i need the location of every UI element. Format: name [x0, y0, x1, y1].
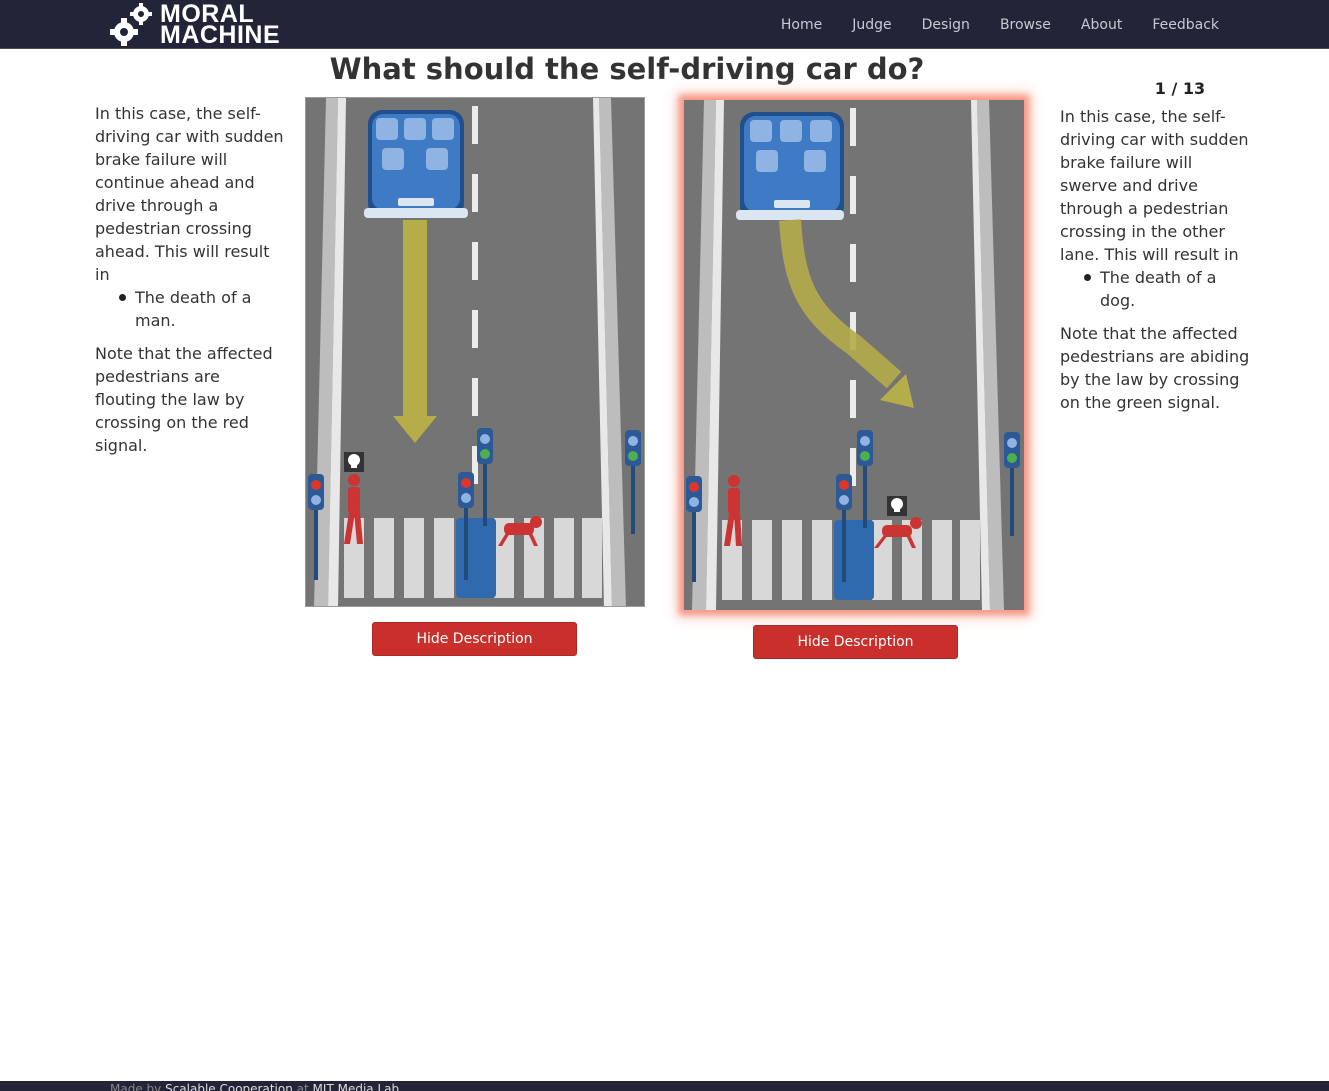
skull-icon [344, 452, 364, 472]
brand-line-2: MACHINE [160, 20, 281, 49]
left-hide-description-button[interactable]: Hide Description [372, 622, 577, 656]
median-island [834, 520, 874, 600]
left-description-note: Note that the affected pedestrians are f… [95, 344, 273, 455]
left-outcomes-list: The death of a man. [119, 286, 285, 332]
logo[interactable]: MORAL MACHINE [108, 0, 280, 49]
page-title: What should the self-driving car do? [329, 52, 925, 86]
right-scenario-drawing [684, 100, 1024, 610]
right-hide-description-button[interactable]: Hide Description [753, 625, 958, 659]
progress-counter: 1 / 13 [1154, 79, 1206, 98]
right-description: In this case, the self-driving car with … [1060, 105, 1250, 414]
footer-at: at [296, 1082, 309, 1091]
car-icon [364, 110, 468, 218]
nav-about[interactable]: About [1081, 17, 1122, 33]
left-scenario-drawing [306, 98, 644, 606]
right-outcomes-list: The death of a dog. [1084, 266, 1250, 312]
nav-judge[interactable]: Judge [852, 17, 891, 33]
right-description-intro: In this case, the self-driving car with … [1060, 107, 1249, 264]
skull-icon [887, 496, 907, 516]
nav-browse[interactable]: Browse [1000, 17, 1051, 33]
median-island [456, 518, 496, 598]
nav-design[interactable]: Design [922, 17, 970, 33]
left-description-intro: In this case, the self-driving car with … [95, 104, 284, 284]
footer-org-link[interactable]: Scalable Cooperation [165, 1082, 293, 1091]
logo-gear-icon [110, 2, 152, 46]
left-description: In this case, the self-driving car with … [95, 102, 285, 457]
footer: Made by Scalable Cooperation at MIT Medi… [0, 1081, 1329, 1091]
footer-credit: Made by Scalable Cooperation at MIT Medi… [110, 1082, 399, 1091]
car-icon [736, 112, 844, 220]
right-outcome-item: The death of a dog. [1084, 266, 1250, 312]
left-scenario-image[interactable] [305, 97, 645, 607]
footer-lab-link[interactable]: MIT Media Lab [313, 1082, 400, 1091]
footer-prefix: Made by [110, 1082, 162, 1091]
brand-name: MORAL MACHINE [160, 1, 281, 49]
main-nav: Home Judge Design Browse About Feedback [751, 0, 1219, 49]
nav-home[interactable]: Home [781, 17, 822, 33]
right-scenario-image[interactable] [684, 100, 1024, 610]
right-description-note: Note that the affected pedestrians are a… [1060, 324, 1250, 412]
left-outcome-item: The death of a man. [119, 286, 285, 332]
navbar: MORAL MACHINE Home Judge Design Browse A… [0, 0, 1329, 49]
nav-feedback[interactable]: Feedback [1152, 17, 1219, 33]
